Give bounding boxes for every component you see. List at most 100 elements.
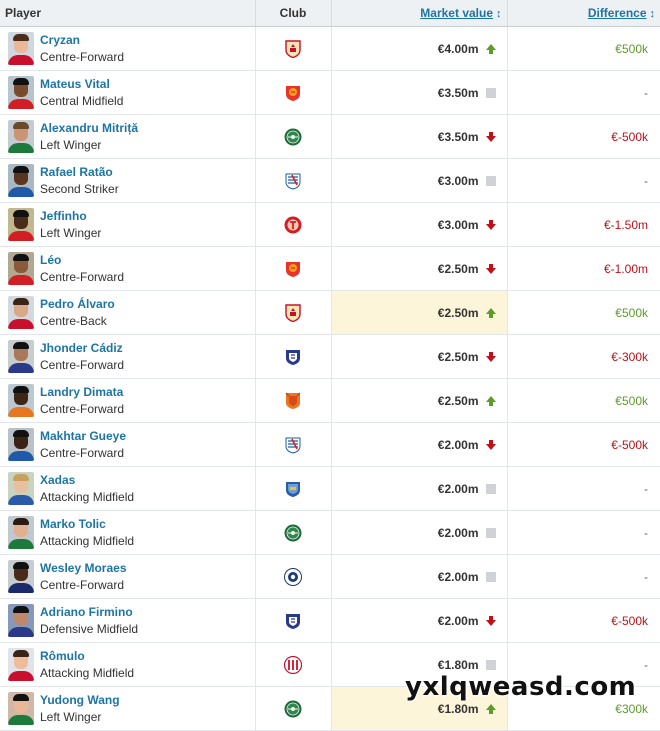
club-crest-icon[interactable] xyxy=(284,173,302,190)
sort-arrows-icon[interactable]: ↕ xyxy=(650,8,656,20)
market-value-cell: €2.00m xyxy=(331,422,508,467)
club-crest-icon[interactable] xyxy=(284,655,302,674)
club-crest-icon[interactable] xyxy=(284,85,302,101)
market-value[interactable]: €3.00m xyxy=(438,218,479,232)
player-photo[interactable] xyxy=(8,648,34,681)
club-cell xyxy=(255,158,332,203)
player-photo[interactable] xyxy=(8,472,34,505)
sort-arrows-icon[interactable]: ↕ xyxy=(496,8,502,20)
player-photo[interactable] xyxy=(8,560,34,593)
player-position: Attacking Midfield xyxy=(40,489,135,504)
market-value[interactable]: €2.50m xyxy=(438,306,479,320)
market-value-cell: €2.00m xyxy=(331,466,508,511)
difference-sort-link[interactable]: Difference xyxy=(588,6,647,20)
market-value[interactable]: €2.50m xyxy=(438,350,479,364)
market-value[interactable]: €2.00m xyxy=(438,570,479,584)
player-photo[interactable] xyxy=(8,604,34,637)
club-crest-icon[interactable] xyxy=(284,437,302,454)
player-position: Left Winger xyxy=(40,137,102,152)
club-cell xyxy=(255,70,332,115)
player-photo[interactable] xyxy=(8,692,34,725)
player-photo[interactable] xyxy=(8,76,34,109)
table-row: Cryzan Centre-Forward €4.00m €500k xyxy=(0,26,660,71)
club-crest-icon[interactable] xyxy=(284,392,302,409)
player-name-link[interactable]: Xadas xyxy=(40,472,134,489)
player-name-link[interactable]: Mateus Vital xyxy=(40,76,123,93)
club-crest-icon[interactable] xyxy=(284,261,302,277)
player-name-link[interactable]: Marko Tolic xyxy=(40,516,134,533)
player-name-link[interactable]: Wesley Moraes xyxy=(40,560,127,577)
player-photo[interactable] xyxy=(8,120,34,153)
club-cell xyxy=(255,290,332,335)
player-position: Centre-Forward xyxy=(40,401,125,416)
market-value[interactable]: €1.80m xyxy=(438,658,479,672)
player-name-link[interactable]: Pedro Álvaro xyxy=(40,296,115,313)
player-photo[interactable] xyxy=(8,428,34,461)
player-photo[interactable] xyxy=(8,340,34,373)
club-crest-icon[interactable] xyxy=(284,700,302,717)
player-name-link[interactable]: Landry Dimata xyxy=(40,384,124,401)
market-value-sort-link[interactable]: Market value xyxy=(420,6,493,20)
trend-down-icon xyxy=(485,263,496,274)
difference-cell: - xyxy=(507,158,660,203)
market-value-cell: €2.50m xyxy=(331,378,508,423)
player-photo[interactable] xyxy=(8,252,34,285)
player-cell: Rafael Ratão Second Striker xyxy=(0,158,256,203)
player-name-link[interactable]: Makhtar Gueye xyxy=(40,428,126,445)
market-value[interactable]: €2.00m xyxy=(438,482,479,496)
trend-up-icon xyxy=(485,703,496,714)
market-value[interactable]: €2.00m xyxy=(438,614,479,628)
player-cell: Jhonder Cádiz Centre-Forward xyxy=(0,334,256,379)
player-photo[interactable] xyxy=(8,296,34,329)
difference-cell: €-300k xyxy=(507,334,660,379)
club-crest-icon[interactable] xyxy=(284,567,302,586)
market-value[interactable]: €3.00m xyxy=(438,174,479,188)
difference-cell: €-500k xyxy=(507,114,660,159)
player-cell: Mateus Vital Central Midfield xyxy=(0,70,256,115)
club-crest-icon[interactable] xyxy=(284,216,302,233)
club-cell xyxy=(255,422,332,467)
market-value[interactable]: €4.00m xyxy=(438,42,479,56)
market-value-cell: €2.50m xyxy=(331,246,508,291)
market-value[interactable]: €1.80m xyxy=(438,702,479,716)
club-crest-icon[interactable] xyxy=(284,39,302,58)
market-value[interactable]: €2.00m xyxy=(438,526,479,540)
difference-cell: €-1.00m xyxy=(507,246,660,291)
market-value-cell: €2.00m xyxy=(331,554,508,599)
player-photo[interactable] xyxy=(8,32,34,65)
player-name-link[interactable]: Adriano Firmino xyxy=(40,604,138,621)
club-crest-icon[interactable] xyxy=(284,303,302,322)
player-name-link[interactable]: Jeffinho xyxy=(40,208,101,225)
difference-cell: - xyxy=(507,510,660,555)
player-cell: Yudong Wang Left Winger xyxy=(0,686,256,731)
club-crest-icon[interactable] xyxy=(284,481,302,497)
club-crest-icon[interactable] xyxy=(284,613,302,629)
player-name-link[interactable]: Rafael Ratão xyxy=(40,164,119,181)
club-cell xyxy=(255,378,332,423)
player-name-link[interactable]: Jhonder Cádiz xyxy=(40,340,124,357)
player-photo[interactable] xyxy=(8,384,34,417)
player-name-link[interactable]: Alexandru Mitriță xyxy=(40,120,138,137)
market-value[interactable]: €2.50m xyxy=(438,394,479,408)
trend-up-icon xyxy=(485,307,496,318)
club-crest-icon[interactable] xyxy=(284,349,302,365)
trend-neutral-icon xyxy=(485,659,496,670)
player-name-link[interactable]: Cryzan xyxy=(40,32,124,49)
player-name-link[interactable]: Rômulo xyxy=(40,648,134,665)
player-photo[interactable] xyxy=(8,164,34,197)
trend-down-icon xyxy=(485,615,496,626)
player-name-link[interactable]: Léo xyxy=(40,252,124,269)
market-value-column-header[interactable]: Market value ↕ xyxy=(331,0,508,27)
club-crest-icon[interactable] xyxy=(284,128,302,145)
market-value[interactable]: €2.00m xyxy=(438,438,479,452)
player-name-link[interactable]: Yudong Wang xyxy=(40,692,120,709)
difference-column-header[interactable]: Difference ↕ xyxy=(507,0,660,27)
market-value-cell: €4.00m xyxy=(331,26,508,71)
player-photo[interactable] xyxy=(8,208,34,241)
player-cell: Pedro Álvaro Centre-Back xyxy=(0,290,256,335)
club-crest-icon[interactable] xyxy=(284,524,302,541)
market-value[interactable]: €3.50m xyxy=(438,86,479,100)
market-value[interactable]: €3.50m xyxy=(438,130,479,144)
player-photo[interactable] xyxy=(8,516,34,549)
market-value[interactable]: €2.50m xyxy=(438,262,479,276)
